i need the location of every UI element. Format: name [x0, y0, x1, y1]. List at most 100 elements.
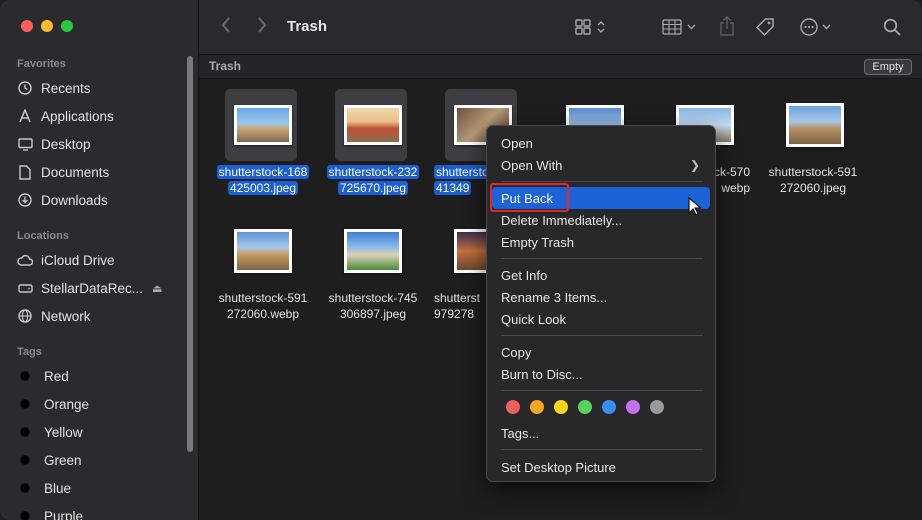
share-icon[interactable] — [719, 16, 735, 41]
file-name: shutterstock-745 306897.jpeg — [328, 291, 418, 321]
path-bar: Trash Empty — [199, 55, 922, 79]
tags-heading: Tags — [17, 346, 42, 358]
back-button[interactable] — [221, 17, 231, 38]
tag-color-blue[interactable] — [602, 400, 616, 414]
menu-separator — [501, 449, 703, 450]
file-name: shutterstock-591 272060.webp — [218, 291, 308, 321]
menu-item-delete-immediately[interactable]: Delete Immediately... — [492, 209, 710, 231]
context-menu: Open Open With ❯ Put Back Delete Immedia… — [486, 125, 716, 482]
forward-button[interactable] — [257, 17, 267, 38]
tag-dot-icon — [20, 483, 30, 493]
tag-color-gray[interactable] — [650, 400, 664, 414]
menu-separator — [501, 258, 703, 259]
sidebar-item-documents[interactable]: Documents — [17, 160, 109, 184]
drive-icon — [17, 280, 33, 296]
sidebar-scrollbar[interactable] — [187, 56, 193, 452]
menu-item-open-with[interactable]: Open With ❯ — [492, 154, 710, 176]
more-actions-icon[interactable] — [799, 17, 835, 42]
menu-item-get-info[interactable]: Get Info — [492, 264, 710, 286]
menu-item-copy[interactable]: Copy — [492, 341, 710, 363]
empty-trash-button[interactable]: Empty — [864, 59, 912, 75]
sidebar-item-label: Downloads — [41, 192, 108, 208]
tag-color-row — [506, 400, 664, 414]
download-icon — [17, 192, 33, 208]
menu-item-set-desktop-picture[interactable]: Set Desktop Picture — [492, 456, 710, 478]
eject-icon[interactable]: ⏏ — [152, 282, 162, 295]
menu-item-open[interactable]: Open — [492, 132, 710, 154]
image-thumbnail — [234, 105, 292, 145]
window-controls — [21, 20, 73, 32]
tag-color-purple[interactable] — [626, 400, 640, 414]
sidebar: Favorites Recents Applications Desktop D… — [0, 0, 199, 520]
document-icon — [17, 164, 33, 180]
sidebar-tag-yellow[interactable]: Yellow — [17, 420, 83, 444]
location-label: Trash — [209, 59, 242, 73]
menu-separator — [501, 390, 703, 391]
chevron-right-icon: ❯ — [689, 158, 700, 172]
sidebar-tag-red[interactable]: Red — [17, 364, 69, 388]
sidebar-tag-orange[interactable]: Orange — [17, 392, 89, 416]
highlight-annotation-box — [490, 183, 569, 212]
sidebar-item-applications[interactable]: Applications — [17, 104, 114, 128]
sidebar-item-downloads[interactable]: Downloads — [17, 188, 108, 212]
close-window-button[interactable] — [21, 20, 33, 32]
sidebar-item-label: Yellow — [44, 424, 83, 440]
tag-dot-icon — [20, 511, 30, 520]
search-icon[interactable] — [883, 18, 901, 41]
minimize-window-button[interactable] — [41, 20, 53, 32]
favorites-heading: Favorites — [17, 58, 66, 70]
file-name: shutterstock-232 725670.jpeg — [326, 165, 420, 195]
sidebar-item-label: Desktop — [41, 136, 91, 152]
group-by-icon[interactable] — [662, 19, 700, 40]
locations-heading: Locations — [17, 230, 69, 242]
menu-item-rename[interactable]: Rename 3 Items... — [492, 286, 710, 308]
sidebar-item-label: Purple — [44, 508, 84, 520]
menu-item-burn-to-disc[interactable]: Burn to Disc... — [492, 363, 710, 385]
tag-dot-icon — [20, 371, 30, 381]
menu-item-empty-trash[interactable]: Empty Trash — [492, 231, 710, 253]
sidebar-tag-green[interactable]: Green — [17, 448, 82, 472]
tag-color-red[interactable] — [506, 400, 520, 414]
image-thumbnail — [344, 229, 402, 273]
tag-color-yellow[interactable] — [554, 400, 568, 414]
sidebar-item-label: Red — [44, 368, 69, 384]
sidebar-tag-blue[interactable]: Blue — [17, 476, 71, 500]
menu-item-label: Open With — [501, 157, 563, 173]
sidebar-item-label: StellarDataRec... — [41, 280, 144, 296]
image-thumbnail — [786, 103, 844, 147]
desktop-icon — [17, 136, 33, 152]
tag-dot-icon — [20, 427, 30, 437]
applications-icon — [17, 108, 33, 124]
finder-window: Favorites Recents Applications Desktop D… — [0, 0, 922, 520]
sidebar-item-desktop[interactable]: Desktop — [17, 132, 91, 156]
sidebar-item-label: Documents — [41, 164, 110, 180]
tag-color-orange[interactable] — [530, 400, 544, 414]
window-title: Trash — [287, 18, 328, 35]
tag-dot-icon — [20, 455, 30, 465]
menu-item-quick-look[interactable]: Quick Look — [492, 308, 710, 330]
sidebar-item-label: Recents — [41, 80, 91, 96]
image-thumbnail — [234, 229, 292, 273]
sidebar-item-recents[interactable]: Recents — [17, 76, 91, 100]
tag-color-green[interactable] — [578, 400, 592, 414]
sidebar-item-stellar-drive[interactable]: StellarDataRec... — [17, 276, 143, 300]
cloud-icon — [17, 252, 33, 268]
view-grid-icon[interactable] — [575, 19, 609, 40]
file-name: shutterstock-591 272060.jpeg — [768, 165, 858, 195]
sidebar-item-network[interactable]: Network — [17, 304, 91, 328]
zoom-window-button[interactable] — [61, 20, 73, 32]
sidebar-item-label: Blue — [44, 480, 72, 496]
menu-item-tags[interactable]: Tags... — [492, 422, 710, 444]
tag-dot-icon — [20, 399, 30, 409]
sidebar-item-icloud-drive[interactable]: iCloud Drive — [17, 248, 115, 272]
sidebar-item-label: Applications — [41, 108, 114, 124]
sidebar-item-label: iCloud Drive — [41, 252, 115, 268]
tag-icon[interactable] — [755, 17, 775, 42]
globe-icon — [17, 308, 33, 324]
image-thumbnail — [344, 105, 402, 145]
clock-icon — [17, 80, 33, 96]
file-name: shutterstock-168 425003.jpeg — [216, 165, 310, 195]
sidebar-item-label: Orange — [44, 396, 90, 412]
sidebar-item-label: Network — [41, 308, 91, 324]
sidebar-tag-purple[interactable]: Purple — [17, 504, 83, 520]
